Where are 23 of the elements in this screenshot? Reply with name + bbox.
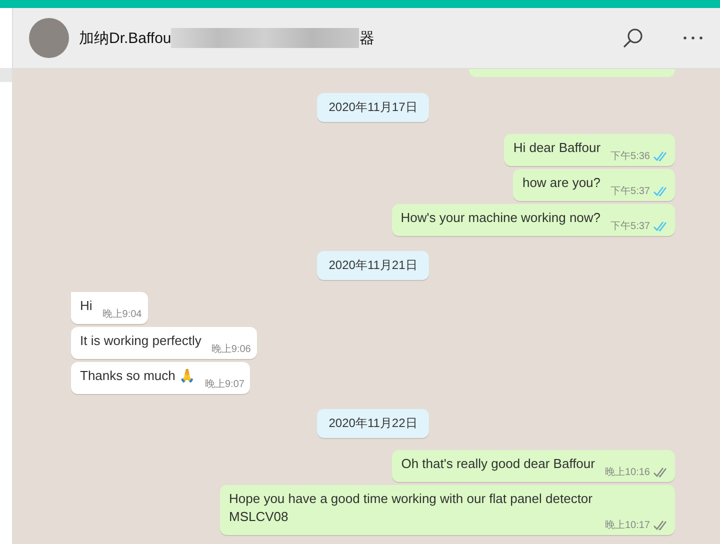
avatar[interactable] [29, 18, 69, 58]
message-text: Oh that's really good dear Baffour [401, 455, 595, 473]
message-text: Thanks so much 🙏 [80, 367, 195, 385]
date-badge: 2020年11月21日 [316, 251, 430, 280]
message-text: It is working perfectly [80, 332, 202, 350]
message-text: Hope you have a good time working with our flat panel detector MSLCV08 [229, 490, 594, 526]
message-time: 晚上9:04 [102, 308, 142, 321]
date-badge: 2020年11月17日 [316, 93, 430, 122]
message-time: 晚上10:16 [604, 466, 650, 479]
message-text: how are you? [522, 174, 601, 192]
message-time: 下午5:37 [610, 185, 650, 198]
date-badge: 2020年11月22日 [316, 409, 430, 438]
message-time: 晚上9:07 [205, 378, 244, 391]
chat-title-end: 器 [359, 28, 374, 48]
search-icon[interactable] [622, 27, 644, 49]
message-time: 下午5:37 [610, 220, 650, 233]
message-time: 晚上9:06 [211, 342, 251, 356]
chat-title: 加纳Dr.Baffou [79, 28, 172, 48]
message-time: 晚上10:17 [604, 518, 650, 532]
message-text: How's your machine working now? [400, 209, 601, 227]
message-text: Hi dear Baffour [513, 139, 601, 157]
message-time: 下午5:36 [610, 150, 650, 163]
message-text: Hi [80, 297, 92, 315]
